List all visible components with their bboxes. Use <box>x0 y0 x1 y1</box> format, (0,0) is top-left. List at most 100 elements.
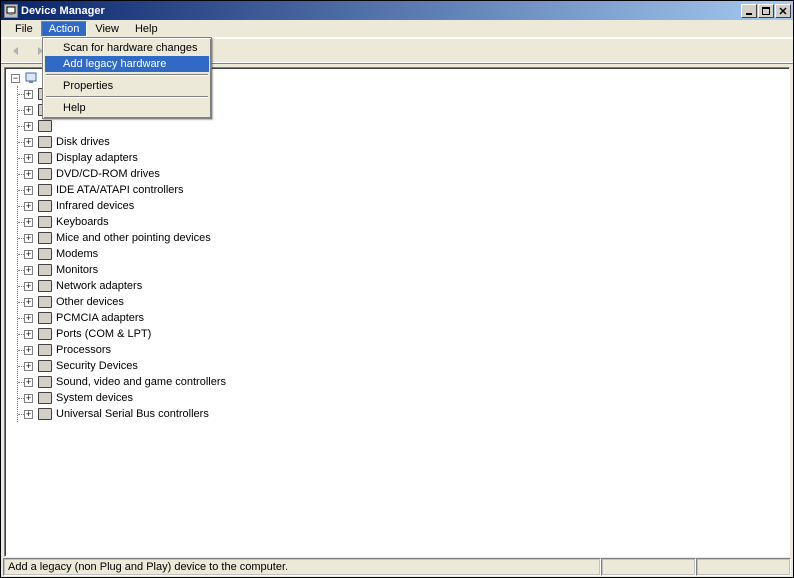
tree-item-label: PCMCIA adapters <box>56 312 144 324</box>
expand-icon[interactable] <box>24 410 33 419</box>
expand-icon[interactable] <box>24 314 33 323</box>
expand-icon[interactable] <box>24 234 33 243</box>
tree-item-label: Display adapters <box>56 152 138 164</box>
menu-separator <box>46 74 208 76</box>
expand-icon[interactable] <box>24 154 33 163</box>
tree-item-label: Other devices <box>56 296 124 308</box>
maximize-button[interactable] <box>758 4 774 18</box>
device-category-icon <box>37 198 53 214</box>
minimize-button[interactable] <box>741 4 757 18</box>
tree-item-label: DVD/CD-ROM drives <box>56 168 160 180</box>
status-bar: Add a legacy (non Plug and Play) device … <box>3 558 791 576</box>
window-controls <box>741 4 793 18</box>
device-category-icon <box>37 246 53 262</box>
tree-item[interactable] <box>24 118 789 134</box>
action-dropdown: Scan for hardware changes Add legacy har… <box>42 37 212 119</box>
device-category-icon <box>37 342 53 358</box>
menu-item-add-legacy-hardware[interactable]: Add legacy hardware <box>45 56 209 72</box>
menu-view[interactable]: View <box>87 21 127 37</box>
expand-icon[interactable] <box>24 218 33 227</box>
tree-item[interactable]: Monitors <box>24 262 789 278</box>
tree-item-label: Mice and other pointing devices <box>56 232 211 244</box>
tree-item-label: System devices <box>56 392 133 404</box>
expand-icon[interactable] <box>24 90 33 99</box>
tree-item-label: Network adapters <box>56 280 142 292</box>
expand-icon[interactable] <box>24 186 33 195</box>
close-button[interactable] <box>775 4 791 18</box>
collapse-icon[interactable] <box>11 74 20 83</box>
menu-action[interactable]: Action <box>41 21 88 37</box>
tree-item-label: IDE ATA/ATAPI controllers <box>56 184 184 196</box>
device-category-icon <box>37 406 53 422</box>
status-panel-3 <box>696 558 791 576</box>
tree-item-label: Disk drives <box>56 136 110 148</box>
device-category-icon <box>37 326 53 342</box>
tree-item[interactable]: Keyboards <box>24 214 789 230</box>
window-title: Device Manager <box>21 5 105 17</box>
tree-item[interactable]: Display adapters <box>24 150 789 166</box>
menu-item-scan-hardware[interactable]: Scan for hardware changes <box>45 40 209 56</box>
tree-item[interactable]: DVD/CD-ROM drives <box>24 166 789 182</box>
expand-icon[interactable] <box>24 330 33 339</box>
device-category-icon <box>37 278 53 294</box>
tree-item[interactable]: Universal Serial Bus controllers <box>24 406 789 422</box>
tree-item-label: Processors <box>56 344 111 356</box>
expand-icon[interactable] <box>24 138 33 147</box>
menu-file[interactable]: File <box>7 21 41 37</box>
device-category-icon <box>37 390 53 406</box>
expand-icon[interactable] <box>24 378 33 387</box>
tree-item-label: Ports (COM & LPT) <box>56 328 151 340</box>
tree-item[interactable]: Network adapters <box>24 278 789 294</box>
device-category-icon <box>37 294 53 310</box>
expand-icon[interactable] <box>24 346 33 355</box>
device-category-icon <box>37 262 53 278</box>
expand-icon[interactable] <box>24 122 33 131</box>
tree-item-label: Monitors <box>56 264 98 276</box>
expand-icon[interactable] <box>24 266 33 275</box>
tree-item-label: Keyboards <box>56 216 109 228</box>
tree-item[interactable]: Infrared devices <box>24 198 789 214</box>
expand-icon[interactable] <box>24 170 33 179</box>
tree-item-label: Modems <box>56 248 98 260</box>
tree-item[interactable]: PCMCIA adapters <box>24 310 789 326</box>
title-bar: Device Manager <box>1 1 793 20</box>
tree-item-label: Security Devices <box>56 360 138 372</box>
tree-item[interactable]: Other devices <box>24 294 789 310</box>
menu-item-properties[interactable]: Properties <box>45 78 209 94</box>
device-category-icon <box>37 230 53 246</box>
device-category-icon <box>37 166 53 182</box>
back-button[interactable] <box>5 41 27 61</box>
tree-item-label: Infrared devices <box>56 200 134 212</box>
tree-item[interactable]: Security Devices <box>24 358 789 374</box>
tree-item[interactable]: Ports (COM & LPT) <box>24 326 789 342</box>
device-category-icon <box>37 134 53 150</box>
device-category-icon <box>37 310 53 326</box>
tree-item[interactable]: IDE ATA/ATAPI controllers <box>24 182 789 198</box>
expand-icon[interactable] <box>24 250 33 259</box>
device-category-icon <box>37 374 53 390</box>
menu-help[interactable]: Help <box>127 21 166 37</box>
tree-item[interactable]: System devices <box>24 390 789 406</box>
expand-icon[interactable] <box>24 362 33 371</box>
tree-item-label: Universal Serial Bus controllers <box>56 408 209 420</box>
device-category-icon <box>37 214 53 230</box>
menu-bar: File Action View Help <box>1 20 793 38</box>
device-category-icon <box>37 150 53 166</box>
menu-item-help[interactable]: Help <box>45 100 209 116</box>
expand-icon[interactable] <box>24 282 33 291</box>
status-text: Add a legacy (non Plug and Play) device … <box>3 558 601 576</box>
tree-item[interactable]: Mice and other pointing devices <box>24 230 789 246</box>
expand-icon[interactable] <box>24 298 33 307</box>
computer-icon <box>24 70 40 86</box>
expand-icon[interactable] <box>24 106 33 115</box>
device-category-icon <box>37 118 53 134</box>
status-panel-2 <box>601 558 696 576</box>
app-icon <box>4 4 18 18</box>
tree-item[interactable]: Disk drives <box>24 134 789 150</box>
tree-panel: Disk drives Display adapters DVD/CD-ROM dr… <box>4 67 790 557</box>
expand-icon[interactable] <box>24 394 33 403</box>
tree-item[interactable]: Modems <box>24 246 789 262</box>
tree-item[interactable]: Processors <box>24 342 789 358</box>
tree-item[interactable]: Sound, video and game controllers <box>24 374 789 390</box>
expand-icon[interactable] <box>24 202 33 211</box>
